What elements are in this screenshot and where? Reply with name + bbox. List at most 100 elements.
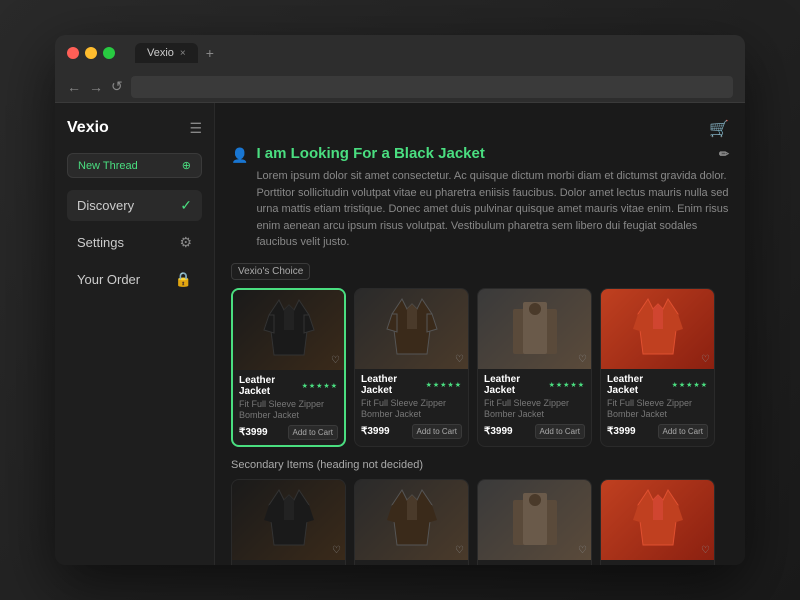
product-stars-4: ★★★★★ <box>672 381 708 389</box>
product-info-1: Leather Jacket ★★★★★ Fit Full Sleeve Zip… <box>233 370 344 445</box>
discovery-badge: ✓ <box>180 197 192 214</box>
product-image-s3: ♡ <box>478 480 591 560</box>
heart-icon-3[interactable]: ♡ <box>578 354 587 365</box>
product-footer-3: ₹3999 Add to Cart <box>484 424 585 439</box>
browser-window: Vexio × + ← → ↺ Vexio ☰ New Thread <box>55 35 745 565</box>
heart-icon-1[interactable]: ♡ <box>331 355 340 366</box>
product-stars-3: ★★★★★ <box>549 381 585 389</box>
add-to-cart-btn-1[interactable]: Add to Cart <box>288 425 338 440</box>
back-button[interactable]: ← <box>67 79 81 95</box>
product-image-2: ♡ <box>355 289 468 369</box>
product-price-1: ₹3999 <box>239 427 268 438</box>
discovery-label: Discovery <box>77 198 134 213</box>
tab-bar: Vexio × + <box>135 43 214 63</box>
heart-icon-s3[interactable]: ♡ <box>578 545 587 556</box>
sidebar-logo: Vexio <box>67 119 109 137</box>
browser-titlebar: Vexio × + <box>55 35 745 71</box>
product-name-3: Leather Jacket <box>484 374 546 396</box>
query-section: 👤 I am Looking For a Black Jacket ✏ Lore… <box>231 145 729 251</box>
product-card-secondary: ♡ Leather Jacket ★★★★★ Fit Full Sleeve Z… <box>354 479 469 565</box>
browser-tab[interactable]: Vexio × <box>135 43 198 63</box>
settings-badge: ⚙ <box>179 234 192 251</box>
product-card: ♡ Leather Jacket ★★★★★ Fit Full Sleeve Z… <box>477 288 592 447</box>
main-content: 🛒 👤 I am Looking For a Black Jacket ✏ Lo… <box>215 103 745 565</box>
query-text-area: I am Looking For a Black Jacket ✏ Lorem … <box>256 145 729 251</box>
product-image-s1: ♡ <box>232 480 345 560</box>
product-desc-3: Fit Full Sleeve Zipper Bomber Jacket <box>484 398 585 421</box>
product-info-s4: Leather Jacket ★★★★★ Fit Full Sleeve Zip… <box>601 560 714 565</box>
new-thread-button[interactable]: New Thread ⊕ <box>67 153 202 178</box>
product-info-3: Leather Jacket ★★★★★ Fit Full Sleeve Zip… <box>478 369 591 444</box>
add-to-cart-btn-4[interactable]: Add to Cart <box>658 424 708 439</box>
product-footer-1: ₹3999 Add to Cart <box>239 425 338 440</box>
product-grid-primary: ♡ Leather Jacket ★★★★★ Fit Full Sleeve Z… <box>231 288 729 447</box>
product-image-4: ♡ <box>601 289 714 369</box>
product-info-2: Leather Jacket ★★★★★ Fit Full Sleeve Zip… <box>355 369 468 444</box>
product-desc-2: Fit Full Sleeve Zipper Bomber Jacket <box>361 398 462 421</box>
sidebar-header: Vexio ☰ <box>67 119 202 137</box>
product-footer-2: ₹3999 Add to Cart <box>361 424 462 439</box>
vexios-choice-badge: Vexio's Choice <box>231 263 310 280</box>
your-order-badge: 🔒 <box>175 271 192 288</box>
query-description: Lorem ipsum dolor sit amet consectetur. … <box>256 168 729 251</box>
product-stars-2: ★★★★★ <box>426 381 462 389</box>
your-order-label: Your Order <box>77 272 140 287</box>
product-name-2: Leather Jacket <box>361 374 423 396</box>
secondary-label-text: Secondary Items (heading not decided) <box>231 459 423 471</box>
heart-icon-s1[interactable]: ♡ <box>332 545 341 556</box>
product-price-2: ₹3999 <box>361 426 390 437</box>
product-name-4: Leather Jacket <box>607 374 669 396</box>
browser-toolbar: ← → ↺ <box>55 71 745 103</box>
desktop: Vexio × + ← → ↺ Vexio ☰ New Thread <box>0 0 800 600</box>
product-grid-secondary: ♡ Leather Jacket ★★★★★ Fit Full Sleeve Z… <box>231 479 729 565</box>
product-desc-1: Fit Full Sleeve Zipper Bomber Jacket <box>239 399 338 422</box>
user-icon: 👤 <box>231 147 248 164</box>
heart-icon-4[interactable]: ♡ <box>701 354 710 365</box>
app-content: Vexio ☰ New Thread ⊕ Discovery ✓ Setting… <box>55 103 745 565</box>
product-card: ♡ Leather Jacket ★★★★★ Fit Full Sleeve Z… <box>231 288 346 447</box>
add-to-cart-btn-3[interactable]: Add to Cart <box>535 424 585 439</box>
new-thread-plus-icon: ⊕ <box>182 159 191 172</box>
sidebar-item-discovery[interactable]: Discovery ✓ <box>67 190 202 221</box>
new-tab-icon[interactable]: + <box>206 45 214 61</box>
traffic-light-minimize[interactable] <box>85 47 97 59</box>
vexios-choice-section-label: Vexio's Choice <box>231 263 729 280</box>
query-title: I am Looking For a Black Jacket ✏ <box>256 145 729 162</box>
product-image-s4: ♡ <box>601 480 714 560</box>
product-price-4: ₹3999 <box>607 426 636 437</box>
cart-icon[interactable]: 🛒 <box>709 119 729 139</box>
sidebar: Vexio ☰ New Thread ⊕ Discovery ✓ Setting… <box>55 103 215 565</box>
product-stars-1: ★★★★★ <box>302 382 338 390</box>
product-card-secondary: ♡ Leather Jacket ★★★★★ Fit Full Sleeve Z… <box>231 479 346 565</box>
traffic-lights <box>67 47 115 59</box>
product-info-4: Leather Jacket ★★★★★ Fit Full Sleeve Zip… <box>601 369 714 444</box>
secondary-section-label: Secondary Items (heading not decided) <box>231 459 729 471</box>
add-to-cart-btn-2[interactable]: Add to Cart <box>412 424 462 439</box>
product-info-s2: Leather Jacket ★★★★★ Fit Full Sleeve Zip… <box>355 560 468 565</box>
refresh-button[interactable]: ↺ <box>111 78 123 95</box>
new-thread-label: New Thread <box>78 160 138 172</box>
product-card-secondary: ♡ Leather Jacket ★★★★★ Fit Full Sleeve Z… <box>477 479 592 565</box>
tab-title: Vexio <box>147 47 174 59</box>
menu-icon[interactable]: ☰ <box>189 120 202 137</box>
address-bar[interactable] <box>131 76 733 98</box>
sidebar-item-your-order[interactable]: Your Order 🔒 <box>67 264 202 295</box>
forward-button[interactable]: → <box>89 79 103 95</box>
product-image-3: ♡ <box>478 289 591 369</box>
product-card: ♡ Leather Jacket ★★★★★ Fit Full Sleeve Z… <box>354 288 469 447</box>
product-info-s3: Leather Jacket ★★★★★ Fit Full Sleeve Zip… <box>478 560 591 565</box>
settings-label: Settings <box>77 235 124 250</box>
heart-icon-s4[interactable]: ♡ <box>701 545 710 556</box>
traffic-light-close[interactable] <box>67 47 79 59</box>
product-image-1: ♡ <box>233 290 344 370</box>
product-name-1: Leather Jacket <box>239 375 299 397</box>
query-title-text: I am Looking For a Black Jacket <box>256 145 484 162</box>
traffic-light-maximize[interactable] <box>103 47 115 59</box>
product-price-3: ₹3999 <box>484 426 513 437</box>
heart-icon-2[interactable]: ♡ <box>455 354 464 365</box>
sidebar-item-settings[interactable]: Settings ⚙ <box>67 227 202 258</box>
edit-icon[interactable]: ✏ <box>719 147 729 161</box>
heart-icon-s2[interactable]: ♡ <box>455 545 464 556</box>
product-footer-4: ₹3999 Add to Cart <box>607 424 708 439</box>
tab-close-icon[interactable]: × <box>180 48 186 59</box>
